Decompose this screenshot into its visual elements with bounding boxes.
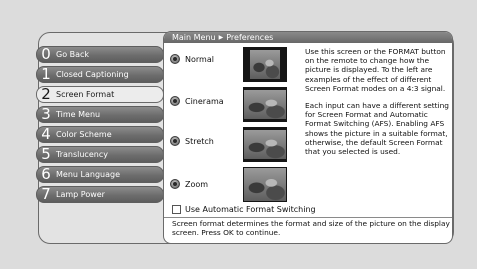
status-divider [164,217,452,218]
afs-checkbox-row[interactable]: Use Automatic Format Switching [172,205,316,214]
format-option-normal[interactable]: Normal [170,54,214,64]
menu-item-number: 5 [41,146,51,163]
breadcrumb-arrow-icon: ▶ [218,34,224,41]
format-option-zoom[interactable]: Zoom [170,179,208,189]
preview-image [250,50,280,79]
menu-item-go-back[interactable]: 0 Go Back [36,46,164,63]
menu-item-label: Time Menu [56,110,101,119]
radio-dot-icon [173,182,177,186]
menu-item-number: 0 [41,46,51,63]
menu-item-closed-captioning[interactable]: 1 Closed Captioning [36,66,164,83]
status-text: Screen format determines the format and … [172,219,450,238]
format-option-label: Stretch [185,136,214,146]
screen-format-panel: Main Menu ▶ Preferences Normal Cinerama St… [163,31,453,244]
preview-image [244,168,286,201]
menu-item-number: 6 [41,166,51,183]
breadcrumb-current: Preferences [226,33,274,42]
format-option-label: Zoom [185,179,209,189]
format-preview-zoom [243,167,287,202]
menu-item-lamp-power[interactable]: 7 Lamp Power [36,186,164,203]
format-preview-normal [243,47,287,82]
help-paragraph: Use this screen or the FORMAT button on … [305,47,446,93]
menu-item-label: Screen Format [56,90,115,99]
afs-checkbox[interactable] [172,205,181,214]
menu-list: 0 Go Back 1 Closed Captioning 2 Screen F… [36,46,164,206]
radio-dot-icon [173,139,177,143]
radio-button[interactable] [170,54,180,64]
preview-image [244,130,286,159]
menu-item-number: 4 [41,126,51,143]
radio-dot-icon [173,99,177,103]
breadcrumb: Main Menu ▶ Preferences [164,32,452,43]
format-option-cinerama[interactable]: Cinerama [170,96,224,106]
radio-button[interactable] [170,179,180,189]
radio-button[interactable] [170,136,180,146]
menu-item-label: Color Scheme [56,130,112,139]
format-option-label: Cinerama [185,96,224,106]
format-preview-stretch [243,127,287,162]
menu-item-label: Lamp Power [56,190,105,199]
menu-item-number: 7 [41,186,51,203]
menu-item-time-menu[interactable]: 3 Time Menu [36,106,164,123]
menu-item-number: 2 [41,86,51,103]
breadcrumb-root[interactable]: Main Menu [172,33,216,42]
menu-item-screen-format[interactable]: 2 Screen Format [36,86,164,103]
menu-item-label: Closed Captioning [56,70,129,79]
format-preview-cinerama [243,87,287,122]
help-text: Use this screen or the FORMAT button on … [305,47,452,157]
menu-item-menu-language[interactable]: 6 Menu Language [36,166,164,183]
format-option-stretch[interactable]: Stretch [170,136,214,146]
menu-item-color-scheme[interactable]: 4 Color Scheme [36,126,164,143]
afs-checkbox-label: Use Automatic Format Switching [185,205,316,214]
radio-button[interactable] [170,96,180,106]
menu-item-label: Translucency [56,150,108,159]
projector-settings-screen: 0 Go Back 1 Closed Captioning 2 Screen F… [0,0,477,269]
menu-item-label: Menu Language [56,170,120,179]
menu-item-label: Go Back [56,50,90,59]
preview-image [244,90,286,119]
radio-dot-icon [173,57,177,61]
menu-item-number: 3 [41,106,51,123]
menu-item-number: 1 [41,66,51,83]
help-paragraph: Each input can have a different setting … [305,101,450,157]
menu-item-translucency[interactable]: 5 Translucency [36,146,164,163]
format-option-label: Normal [185,54,214,64]
